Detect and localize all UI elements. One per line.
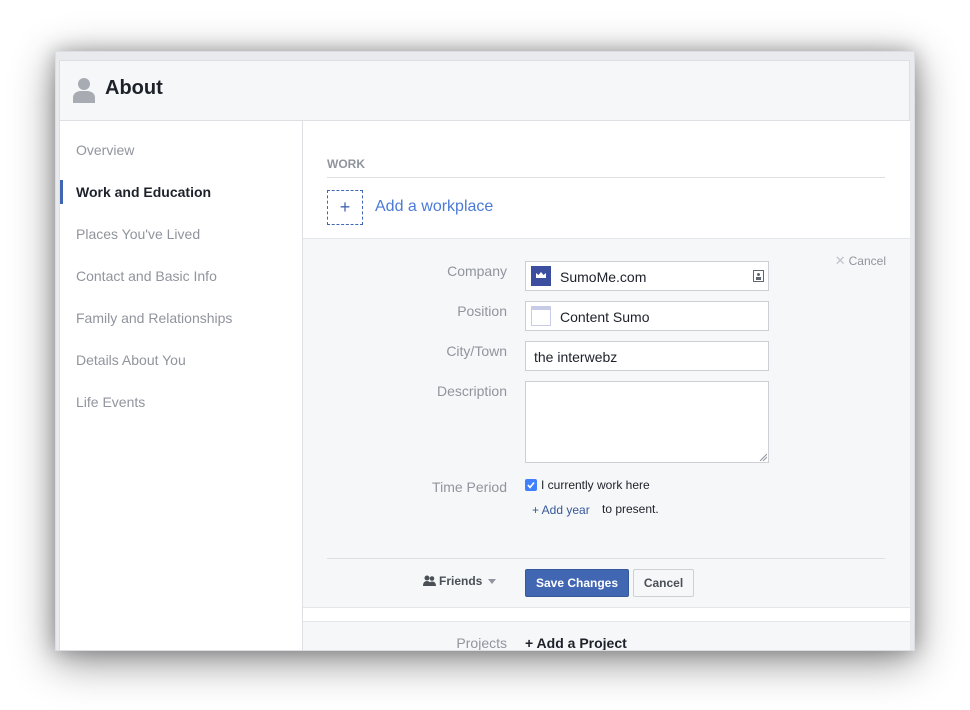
person-silhouette-icon bbox=[73, 78, 95, 103]
time-period-label: Time Period bbox=[432, 479, 507, 495]
workplace-form: ✕ Cancel Company SumoMe.com Position Cont… bbox=[303, 238, 910, 608]
crown-icon bbox=[536, 272, 546, 278]
contact-card-icon[interactable] bbox=[753, 270, 764, 282]
add-workplace-plus-icon[interactable]: + bbox=[327, 190, 363, 225]
form-cancel-link[interactable]: ✕ Cancel bbox=[835, 253, 886, 269]
company-label: Company bbox=[447, 263, 507, 279]
privacy-label: Friends bbox=[439, 574, 483, 588]
city-value: the interwebz bbox=[534, 349, 618, 365]
description-label: Description bbox=[436, 383, 507, 399]
active-indicator bbox=[60, 180, 63, 204]
projects-label: Projects bbox=[456, 635, 507, 651]
city-label: City/Town bbox=[446, 343, 507, 359]
currently-work-checkbox[interactable] bbox=[525, 479, 537, 491]
about-header: About bbox=[60, 61, 909, 121]
add-workplace-link[interactable]: Add a workplace bbox=[375, 198, 493, 216]
cancel-button[interactable]: Cancel bbox=[633, 569, 694, 597]
privacy-selector[interactable]: Friends bbox=[423, 574, 497, 588]
about-sidebar: Overview Work and Education Places You'v… bbox=[60, 121, 303, 650]
friends-icon bbox=[423, 575, 436, 586]
chevron-down-icon bbox=[488, 579, 497, 585]
work-section-title: WORK bbox=[327, 157, 365, 171]
main-content: WORK + Add a workplace ✕ Cancel Company S… bbox=[303, 121, 910, 651]
to-present-text: to present. bbox=[602, 502, 659, 516]
company-value: SumoMe.com bbox=[560, 269, 647, 285]
sidebar-item-places-lived[interactable]: Places You've Lived bbox=[76, 226, 200, 242]
cancel-label: Cancel bbox=[848, 254, 886, 268]
sidebar-item-family[interactable]: Family and Relationships bbox=[76, 310, 232, 326]
window-frame: About Overview Work and Education Places… bbox=[55, 51, 915, 651]
city-field[interactable]: the interwebz bbox=[525, 341, 769, 371]
sidebar-item-life-events[interactable]: Life Events bbox=[76, 394, 145, 410]
add-project-link[interactable]: + Add a Project bbox=[525, 635, 627, 650]
position-value: Content Sumo bbox=[560, 309, 650, 325]
add-year-link[interactable]: + Add year bbox=[532, 503, 590, 517]
sidebar-item-overview[interactable]: Overview bbox=[76, 142, 134, 158]
sidebar-item-details[interactable]: Details About You bbox=[76, 352, 186, 368]
description-textarea[interactable] bbox=[525, 381, 769, 463]
currently-work-label[interactable]: I currently work here bbox=[541, 478, 650, 492]
about-card: About Overview Work and Education Places… bbox=[59, 60, 910, 651]
divider bbox=[327, 177, 885, 178]
position-placeholder-icon bbox=[531, 306, 551, 326]
company-logo-icon bbox=[531, 266, 551, 286]
projects-section: Projects + Add a Project bbox=[303, 621, 910, 651]
position-label: Position bbox=[457, 303, 507, 319]
close-icon: ✕ bbox=[834, 253, 846, 268]
sidebar-item-contact-info[interactable]: Contact and Basic Info bbox=[76, 268, 217, 284]
checkmark-icon bbox=[527, 482, 535, 489]
page-title: About bbox=[105, 77, 163, 99]
resize-grip-icon[interactable] bbox=[759, 453, 767, 461]
position-field[interactable]: Content Sumo bbox=[525, 301, 769, 331]
company-field[interactable]: SumoMe.com bbox=[525, 261, 769, 291]
divider bbox=[327, 558, 885, 559]
sidebar-item-work-and-education[interactable]: Work and Education bbox=[76, 184, 211, 200]
save-changes-button[interactable]: Save Changes bbox=[525, 569, 629, 597]
